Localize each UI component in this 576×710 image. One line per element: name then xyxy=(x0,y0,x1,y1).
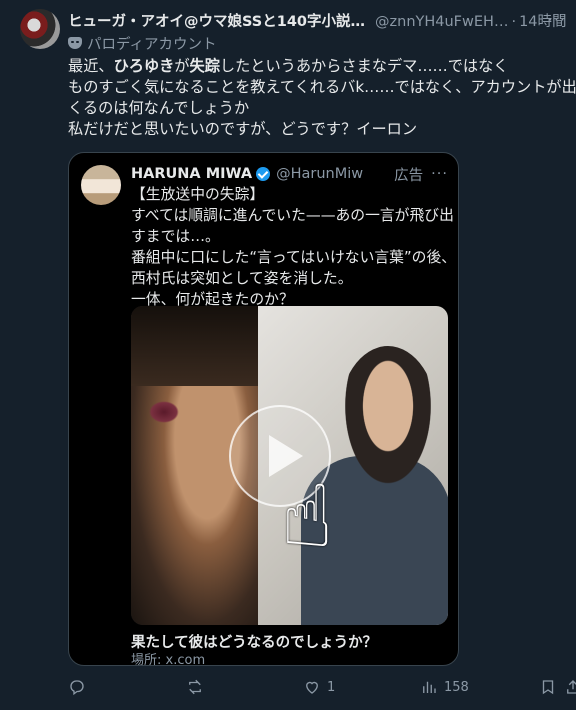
verified-icon xyxy=(256,167,271,181)
ad-label: 広告 xyxy=(394,167,424,184)
ad-card[interactable]: HARUNA MIWA @HarunMiw 広告 ··· 【生放送中の失踪】 す… xyxy=(68,152,459,666)
ad-text-line: すまでは…。 xyxy=(131,228,220,245)
ad-media-image[interactable]: ☝ xyxy=(131,306,448,625)
link-source: 場所: x.com xyxy=(131,653,206,666)
share-button[interactable] xyxy=(564,672,576,702)
repost-button[interactable] xyxy=(186,672,210,702)
post-text: 最近、ひろゆきが失踪したというあからさまなデマ……ではなく ものすごく気になるこ… xyxy=(68,56,576,140)
reply-icon xyxy=(70,680,84,696)
ad-avatar[interactable] xyxy=(81,165,121,205)
bruise-mark xyxy=(149,401,179,423)
ad-author-name[interactable]: HARUNA MIWA xyxy=(131,166,252,182)
parody-label: パロディアカウント xyxy=(87,36,217,53)
views-count: 158 xyxy=(444,679,469,695)
like-button[interactable]: 1 xyxy=(303,672,335,702)
heart-icon xyxy=(306,681,318,694)
ad-text-line: 【生放送中の失踪】 xyxy=(131,186,265,203)
ad-more-icon[interactable]: ··· xyxy=(431,166,448,182)
reply-button[interactable] xyxy=(68,672,92,702)
share-icon xyxy=(567,680,576,694)
ad-header: HARUNA MIWA @HarunMiw 広告 ··· xyxy=(131,164,448,184)
post-line: くるのは何なんでしょうか xyxy=(68,99,250,117)
ad-author-handle[interactable]: @HarunMiw xyxy=(276,166,363,182)
views-button[interactable]: 158 xyxy=(420,672,469,702)
parody-mask-icon xyxy=(68,37,82,49)
parody-badge: パロディアカウント xyxy=(68,33,216,53)
post-line: 最近、ひろゆきが失踪したというあからさまなデマ……ではなく xyxy=(68,57,509,75)
ad-text-line: 番組中に口にした“言ってはいけない言葉”の後、 xyxy=(131,249,457,266)
bookmark-icon xyxy=(542,680,554,695)
post-line: ものすごく気になることを教えてくれるバk……ではなく、アカウントが出て xyxy=(68,78,576,96)
views-icon xyxy=(423,681,436,693)
bookmark-button[interactable] xyxy=(539,672,557,702)
post-line: 私だけだと思いたいのですが、どうです？イーロン xyxy=(68,120,418,138)
pointing-hand-icon: ☝ xyxy=(281,467,334,567)
ad-text-line: すべては順調に進んでいた——あの一言が飛び出 xyxy=(131,207,454,224)
ad-text-line: 西村氏は突如として姿を消した。 xyxy=(131,270,353,287)
author-avatar[interactable] xyxy=(20,9,60,49)
ad-text: 【生放送中の失踪】 すべては順調に進んでいた——あの一言が飛び出 すまでは…。 … xyxy=(131,184,457,310)
author-name[interactable]: ヒューガ・アオイ@ウマ娘SSと140字小説… xyxy=(68,14,365,30)
repost-icon xyxy=(189,679,201,695)
person-head xyxy=(338,346,438,496)
post-header: ヒューガ・アオイ@ウマ娘SSと140字小説… @znnYH4uFwEH… · 14時間 xyxy=(68,10,576,32)
like-count: 1 xyxy=(327,679,336,695)
separator-dot: · xyxy=(511,14,517,30)
post-actions: 1 158 xyxy=(68,672,576,702)
author-handle[interactable]: @znnYH4uFwEH… xyxy=(375,14,508,30)
more-options-icon[interactable]: ··· xyxy=(548,10,566,29)
